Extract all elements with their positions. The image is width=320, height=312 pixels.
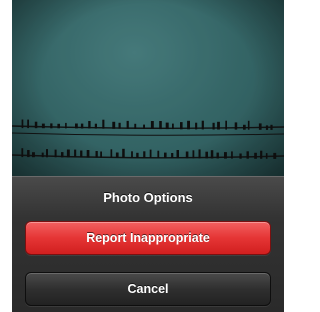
action-sheet-title: Photo Options: [103, 190, 193, 205]
cancel-label: Cancel: [127, 282, 169, 296]
cancel-button[interactable]: Cancel: [25, 272, 271, 306]
photo: [12, 0, 284, 176]
app-screen: Photo Options Report Inappropriate Cance…: [12, 0, 284, 312]
report-inappropriate-label: Report Inappropriate: [86, 231, 210, 245]
report-inappropriate-button[interactable]: Report Inappropriate: [25, 221, 271, 255]
action-sheet: Photo Options Report Inappropriate Cance…: [12, 176, 284, 312]
photo-dim-overlay: [12, 0, 284, 176]
